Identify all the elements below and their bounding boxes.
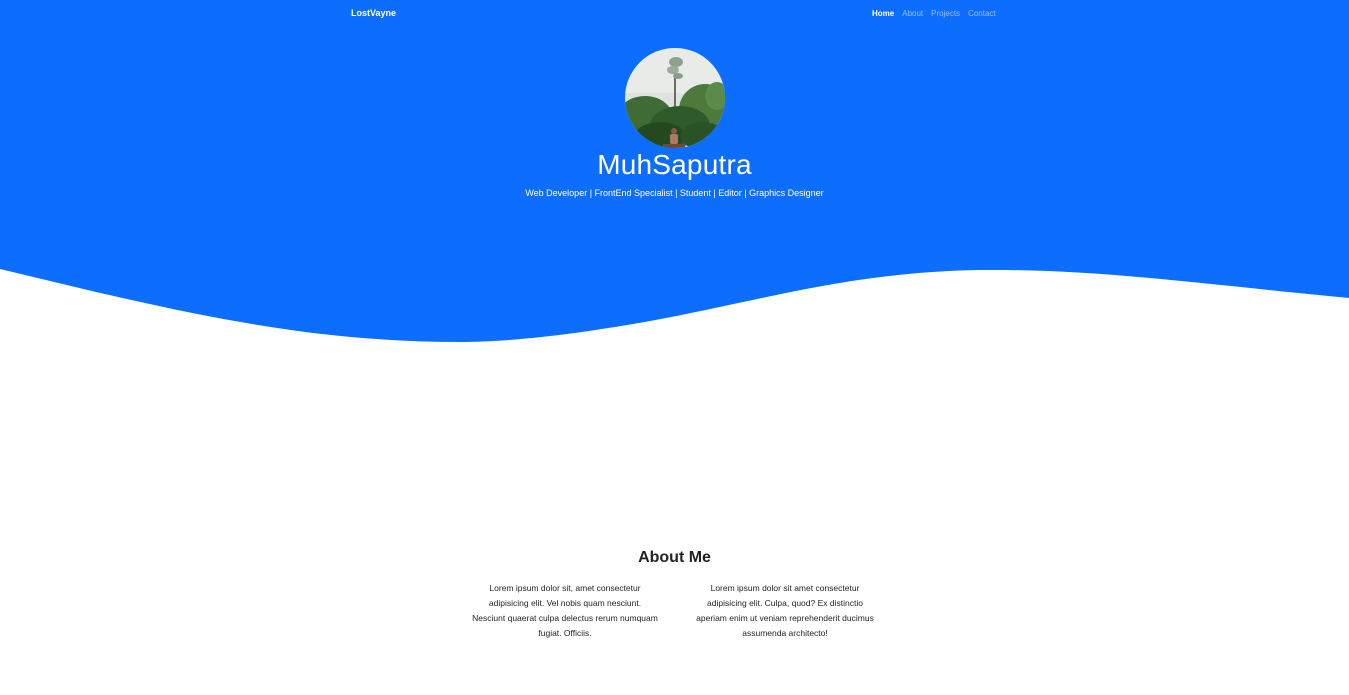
hero-tagline: Web Developer | FrontEnd Specialist | St…	[525, 188, 824, 198]
nav-link-home[interactable]: Home	[872, 9, 894, 18]
nav-link-projects[interactable]: Projects	[931, 9, 960, 18]
hero-name: MuhSaputra	[597, 149, 752, 180]
about-paragraph-left: Lorem ipsum dolor sit, amet consectetur …	[472, 583, 658, 638]
nav-links: Home About Projects Contact	[872, 9, 996, 18]
nav-link-contact[interactable]: Contact	[968, 9, 996, 18]
about-paragraph-right: Lorem ipsum dolor sit amet consectetur a…	[696, 583, 874, 638]
about-title: About Me	[638, 549, 711, 566]
profile-avatar	[625, 48, 725, 148]
navbar-brand[interactable]: LostVayne	[351, 8, 396, 18]
hero-section: MuhSaputra Web Developer | FrontEnd Spec…	[0, 29, 1349, 349]
nav-link-about[interactable]: About	[902, 9, 923, 18]
navbar: LostVayne Home About Projects Contact	[0, 0, 1349, 30]
